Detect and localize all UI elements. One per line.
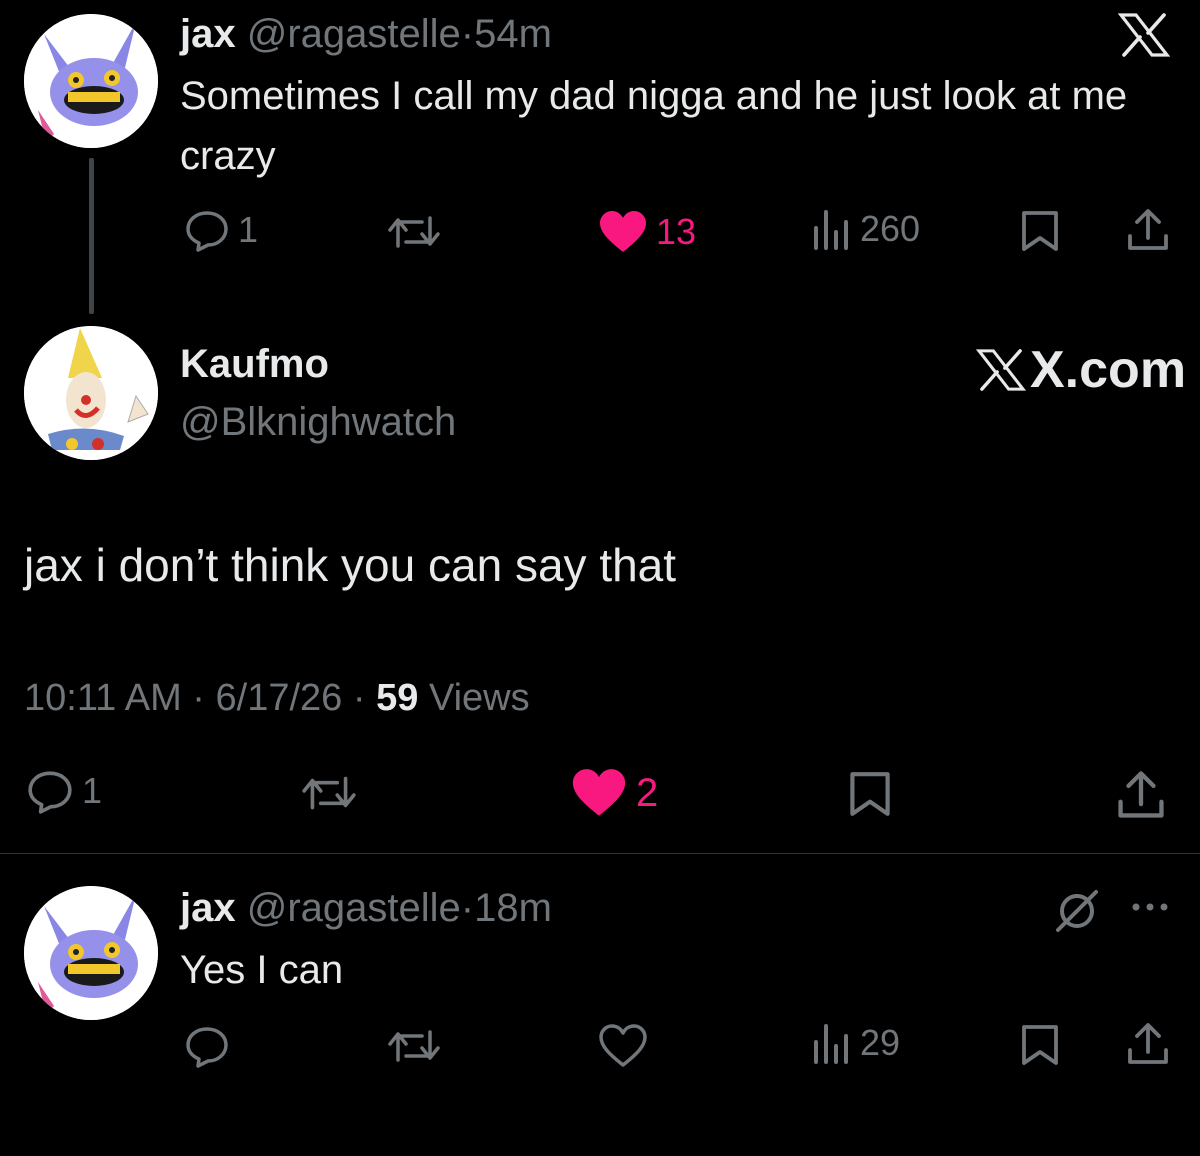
heart-outline-icon — [599, 1024, 647, 1067]
tweet1-sep: · — [460, 12, 475, 56]
tweet1-reply-button[interactable]: 1 — [184, 208, 258, 252]
circle-slash-icon[interactable] — [1052, 888, 1102, 939]
tweet1-text: Sometimes I call my dad nigga and he jus… — [180, 74, 1128, 178]
tweet3-header: jax @ragastelle·18m — [180, 884, 552, 932]
heart-icon — [600, 211, 646, 252]
tweet1-retweet-button[interactable] — [386, 212, 442, 252]
tweet3-bookmark-button[interactable] — [1020, 1024, 1060, 1071]
reply-icon — [186, 1027, 228, 1068]
avatar-jax-reply[interactable] — [24, 886, 158, 1020]
retweet-icon — [302, 776, 356, 810]
bookmark-icon — [1022, 211, 1058, 251]
brand-text: X.com — [1030, 341, 1187, 399]
tweet2-sep1: · — [192, 677, 205, 719]
reply-icon — [186, 211, 228, 252]
tweet1-time[interactable]: 54m — [474, 12, 552, 56]
tweet1-bookmark-button[interactable] — [1020, 210, 1060, 257]
tweet1-like-button[interactable]: 13 — [598, 210, 696, 254]
x-logo-icon[interactable] — [1117, 12, 1171, 63]
tweet2-text: jax i don’t think you can say that — [24, 539, 677, 591]
views-icon — [814, 1024, 848, 1064]
avatar-kaufmo[interactable] — [24, 326, 158, 460]
tweet1-reply-count: 1 — [238, 209, 259, 250]
tweet2-retweet-button[interactable] — [300, 772, 358, 814]
kaufmo-avatar-image — [24, 326, 158, 460]
tweet2-metadata: 10:11 AM · 6/17/26 · 59 Views — [24, 676, 530, 720]
tweet3-reply-button[interactable] — [184, 1024, 230, 1068]
tweet2-sep2: · — [352, 677, 366, 719]
retweet-icon — [388, 216, 440, 248]
tweet2-reply-button[interactable]: 1 — [26, 768, 102, 814]
tweet3-sep: · — [460, 886, 475, 930]
avatar-jax[interactable] — [24, 14, 158, 148]
share-icon — [1128, 209, 1168, 250]
more-icon[interactable] — [1130, 900, 1170, 919]
tweet3-author-name[interactable]: jax — [180, 886, 236, 930]
tweet2-views-count: 59 — [376, 677, 419, 719]
tweet2-views-label: Views — [428, 677, 530, 719]
x-logo-icon — [976, 349, 1026, 391]
tweet1-views-count: 260 — [860, 208, 921, 249]
bookmark-icon — [1022, 1025, 1058, 1065]
tweet2-date[interactable]: 6/17/26 — [216, 677, 343, 719]
jax-avatar-image — [24, 14, 158, 148]
tweet2-time[interactable]: 10:11 AM — [24, 677, 182, 719]
retweet-icon — [388, 1030, 440, 1062]
tweet2-author-name[interactable]: Kaufmo — [180, 340, 329, 388]
thread-line — [89, 158, 94, 314]
tweet2-bookmark-button[interactable] — [848, 770, 892, 823]
tweet3-share-button[interactable] — [1126, 1022, 1170, 1071]
heart-icon — [572, 769, 626, 816]
tweet2-reply-count: 1 — [82, 770, 103, 811]
x-com-brand: X.com — [976, 340, 1186, 400]
tweet2-author-handle[interactable]: @Blknighwatch — [180, 398, 456, 446]
tweet3-text: Yes I can — [180, 948, 344, 992]
tweet1-author-name[interactable]: jax — [180, 12, 236, 56]
tweet3-author-handle[interactable]: @ragastelle — [247, 886, 461, 930]
tweet3-views-count: 29 — [860, 1022, 901, 1063]
bookmark-icon — [850, 772, 890, 816]
tweet3-views-button[interactable]: 29 — [812, 1022, 900, 1064]
tweet1-views-button[interactable]: 260 — [812, 208, 920, 250]
tweet3-like-button[interactable] — [598, 1024, 648, 1068]
tweet3-time[interactable]: 18m — [474, 886, 552, 930]
tweet2-share-button[interactable] — [1116, 770, 1166, 825]
tweet1-author-handle[interactable]: @ragastelle — [247, 12, 461, 56]
share-icon — [1128, 1023, 1168, 1064]
tweet2-like-count: 2 — [636, 770, 659, 815]
tweet2-like-button[interactable]: 2 — [570, 768, 658, 818]
share-icon — [1118, 771, 1164, 818]
tweet3-retweet-button[interactable] — [386, 1026, 442, 1066]
jax-avatar-image — [24, 886, 158, 1020]
tweet1-header: jax @ragastelle·54m — [180, 10, 552, 58]
reply-divider — [0, 853, 1200, 854]
views-icon — [814, 210, 848, 250]
tweet1-like-count: 13 — [656, 211, 697, 252]
tweet1-share-button[interactable] — [1126, 208, 1170, 257]
reply-icon — [28, 771, 72, 814]
